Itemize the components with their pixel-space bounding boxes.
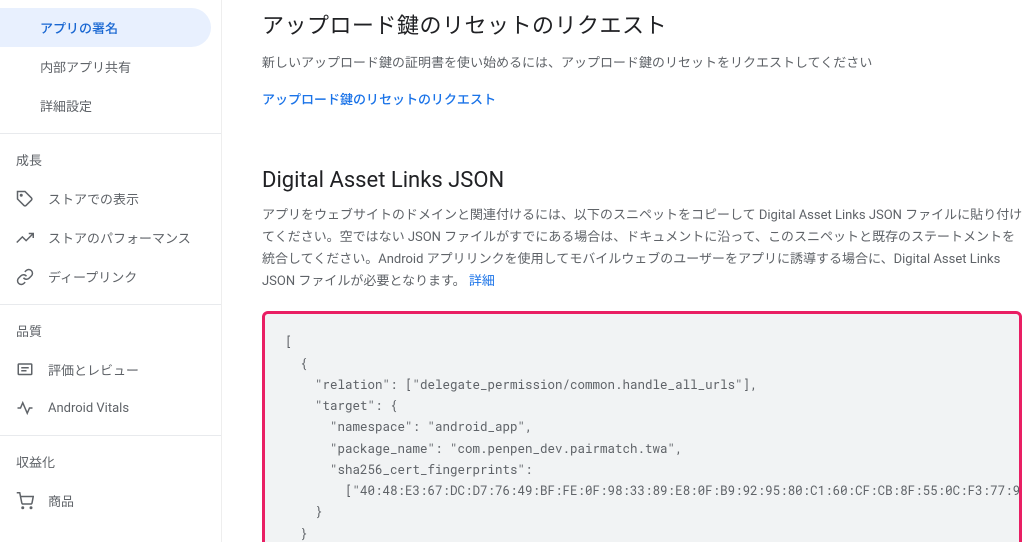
dal-title: Digital Asset Links JSON [262,168,1024,193]
sidebar-item-internal-sharing[interactable]: 内部アプリ共有 [0,47,221,86]
sidebar-item-store-performance[interactable]: ストアのパフォーマンス [0,218,221,257]
dal-learn-more-link[interactable]: 詳細 [469,274,495,289]
sidebar-item-label: 評価とレビュー [48,360,139,379]
sidebar-item-advanced[interactable]: 詳細設定 [0,86,221,125]
link-icon [16,268,34,286]
sidebar-item-ratings-reviews[interactable]: 評価とレビュー [0,350,221,389]
sidebar-item-products[interactable]: 商品 [0,481,221,520]
sidebar-section-growth: 成長 [0,133,221,179]
reset-key-desc: 新しいアップロード鍵の証明書を使い始めるには、アップロード鍵のリセットをリクエス… [262,52,1024,71]
code-highlight-border: [ { "relation": ["delegate_permission/co… [262,311,1022,542]
dal-desc: アプリをウェブサイトのドメインと関連付けるには、以下のスニペットをコピーして D… [262,205,1024,293]
sidebar-item-label: ストアのパフォーマンス [48,228,191,247]
sidebar-item-app-signing[interactable]: アプリの署名 [0,8,211,47]
main-content: アップロード鍵のリセットのリクエスト 新しいアップロード鍵の証明書を使い始めるに… [222,0,1024,542]
sidebar-item-label: 商品 [48,491,74,510]
sidebar-item-label: Android Vitals [48,401,129,416]
reset-key-title: アップロード鍵のリセットのリクエスト [262,8,1024,40]
reset-key-link[interactable]: アップロード鍵のリセットのリクエスト [262,89,1024,108]
dal-desc-text: アプリをウェブサイトのドメインと関連付けるには、以下のスニペットをコピーして D… [262,208,1022,289]
sidebar-item-label: アプリの署名 [40,18,118,37]
cart-icon [16,492,34,510]
sidebar-item-deep-links[interactable]: ディープリンク [0,257,221,296]
review-icon [16,361,34,379]
sidebar-item-android-vitals[interactable]: Android Vitals [0,389,221,427]
vitals-icon [16,399,34,417]
dal-code-block[interactable]: [ { "relation": ["delegate_permission/co… [265,314,1019,542]
sidebar-section-monetize: 収益化 [0,435,221,481]
trend-icon [16,229,34,247]
sidebar-item-store-presence[interactable]: ストアでの表示 [0,179,221,218]
sidebar-item-label: 詳細設定 [40,96,92,115]
sidebar-item-label: ディープリンク [48,267,137,286]
sidebar: アプリの署名 内部アプリ共有 詳細設定 成長 ストアでの表示 ストアのパフォーマ… [0,0,222,542]
sidebar-item-label: ストアでの表示 [48,189,139,208]
sidebar-item-label: 内部アプリ共有 [40,57,131,76]
dal-section: Digital Asset Links JSON アプリをウェブサイトのドメイン… [262,168,1024,542]
tag-icon [16,190,34,208]
sidebar-section-quality: 品質 [0,304,221,350]
